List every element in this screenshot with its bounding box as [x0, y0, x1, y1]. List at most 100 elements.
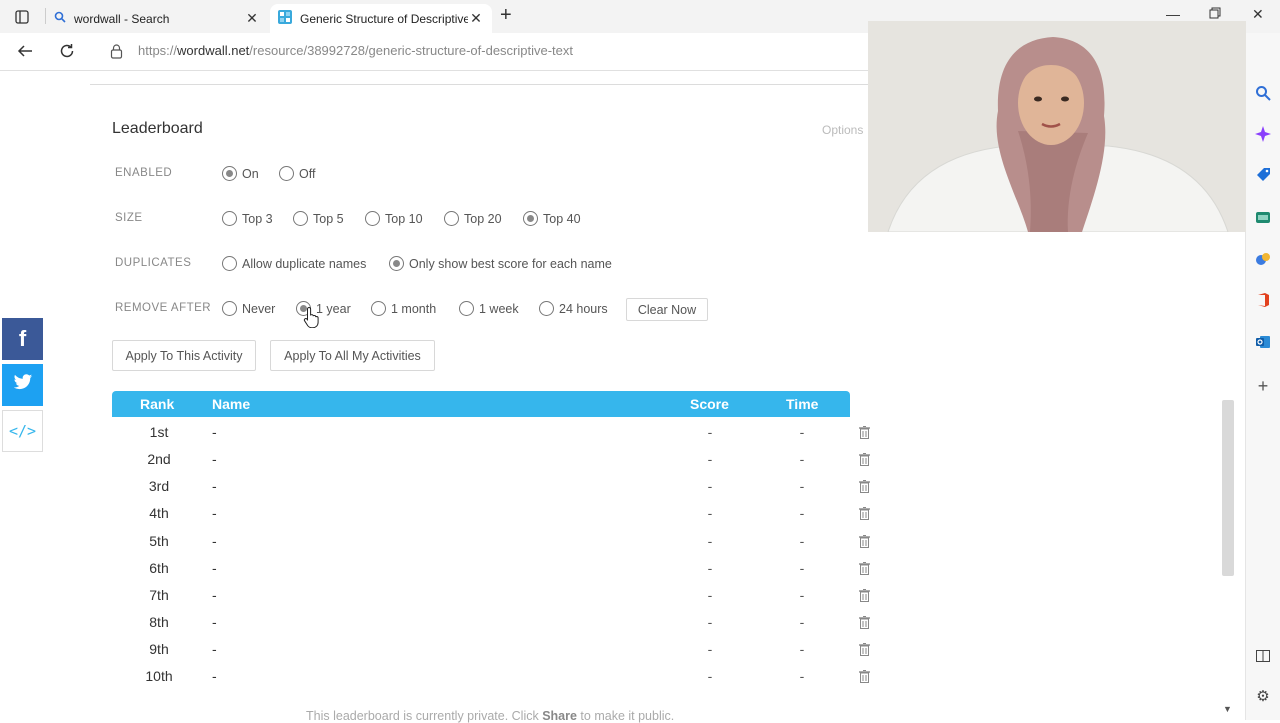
table-row: 1st - - - — [112, 419, 882, 446]
delete-entry-icon[interactable] — [859, 616, 870, 632]
radio-icon — [365, 211, 380, 226]
remove-1week-radio[interactable]: 1 week — [459, 301, 519, 316]
delete-entry-icon[interactable] — [859, 643, 870, 659]
radio-icon — [459, 301, 474, 316]
delete-entry-icon[interactable] — [859, 480, 870, 496]
apply-this-activity-button[interactable]: Apply To This Activity — [112, 340, 256, 371]
enabled-off-radio[interactable]: Off — [279, 166, 315, 181]
delete-entry-icon[interactable] — [859, 589, 870, 605]
share-link[interactable]: Share — [542, 709, 577, 723]
outlook-icon[interactable] — [1252, 331, 1274, 353]
search-icon — [54, 11, 66, 26]
radio-selected-icon — [523, 211, 538, 226]
url-prefix: https:// — [138, 43, 178, 58]
radio-icon — [222, 211, 237, 226]
refresh-icon[interactable] — [58, 42, 76, 65]
url-path: /resource/38992728/generic-structure-of-… — [249, 43, 574, 58]
tab-title: wordwall - Search — [74, 11, 170, 26]
table-row: 9th - - - — [112, 636, 882, 663]
settings-gear-icon[interactable]: ⚙ — [1252, 685, 1274, 707]
divider — [90, 84, 870, 85]
enabled-on-radio[interactable]: On — [222, 166, 259, 181]
facebook-icon: f — [18, 326, 27, 351]
radio-selected-icon — [222, 166, 237, 181]
name-header: Name — [212, 396, 251, 412]
tab-title: Generic Structure of Descriptive — [300, 11, 468, 26]
delete-entry-icon[interactable] — [859, 535, 870, 551]
size-top20-radio[interactable]: Top 20 — [444, 211, 502, 226]
restore-icon[interactable] — [1209, 6, 1221, 22]
privacy-note: This leaderboard is currently private. C… — [306, 709, 675, 723]
size-label: SIZE — [115, 212, 143, 224]
search-icon[interactable] — [1252, 82, 1274, 104]
radio-icon — [539, 301, 554, 316]
radio-icon — [293, 211, 308, 226]
close-window-icon[interactable]: ✕ — [1252, 6, 1264, 23]
scroll-down-icon[interactable]: ▼ — [1223, 704, 1232, 714]
radio-selected-icon — [389, 256, 404, 271]
table-row: 7th - - - — [112, 582, 882, 609]
radio-icon — [444, 211, 459, 226]
table-row: 6th - - - — [112, 555, 882, 582]
options-link[interactable]: Options — [822, 123, 863, 137]
delete-entry-icon[interactable] — [859, 426, 870, 442]
hand-cursor-icon — [303, 306, 321, 333]
wordwall-favicon-icon — [278, 10, 292, 27]
radio-icon — [222, 301, 237, 316]
remove-1month-radio[interactable]: 1 month — [371, 301, 436, 316]
embed-icon: </> — [8, 422, 37, 440]
games-icon[interactable] — [1252, 206, 1274, 228]
shopping-icon[interactable] — [1252, 164, 1274, 186]
delete-entry-icon[interactable] — [859, 453, 870, 469]
browser-sidebar: + ⚙ — [1245, 33, 1280, 720]
add-icon[interactable]: + — [1252, 375, 1274, 397]
webcam-overlay — [868, 21, 1246, 232]
tools-icon[interactable] — [1252, 248, 1274, 270]
remove-never-radio[interactable]: Never — [222, 301, 275, 316]
office-icon[interactable] — [1252, 289, 1274, 311]
leaderboard-title: Leaderboard — [112, 120, 203, 137]
url-field[interactable]: https://wordwall.net/resource/38992728/g… — [138, 43, 573, 58]
table-row: 5th - - - — [112, 528, 882, 555]
duplicates-label: DUPLICATES — [115, 257, 192, 269]
delete-entry-icon[interactable] — [859, 562, 870, 578]
enabled-label: ENABLED — [115, 167, 173, 179]
time-header: Time — [786, 396, 819, 412]
clear-now-button[interactable]: Clear Now — [626, 298, 708, 321]
split-screen-icon[interactable] — [1252, 645, 1274, 667]
table-row: 3rd - - - — [112, 473, 882, 500]
close-tab-icon[interactable]: ✕ — [244, 10, 260, 27]
score-header: Score — [690, 396, 729, 412]
size-top40-radio[interactable]: Top 40 — [523, 211, 581, 226]
delete-entry-icon[interactable] — [859, 670, 870, 686]
copilot-icon[interactable] — [1252, 123, 1274, 145]
new-tab-icon[interactable]: + — [500, 4, 512, 27]
radio-icon — [222, 256, 237, 271]
embed-button[interactable]: </> — [2, 410, 43, 452]
leaderboard-table-header: Rank Name Score Time — [112, 391, 850, 417]
tab-generic-structure[interactable]: Generic Structure of Descriptive ✕ — [270, 4, 492, 33]
remove-24hours-radio[interactable]: 24 hours — [539, 301, 608, 316]
back-icon[interactable] — [16, 42, 34, 65]
remove-after-label: REMOVE AFTER — [115, 302, 212, 314]
allow-duplicates-radio[interactable]: Allow duplicate names — [222, 256, 366, 271]
tab-wordwall-search[interactable]: wordwall - Search ✕ — [46, 4, 268, 33]
minimize-icon[interactable]: — — [1166, 6, 1180, 22]
table-row: 2nd - - - — [112, 446, 882, 473]
size-top3-radio[interactable]: Top 3 — [222, 211, 273, 226]
facebook-share-button[interactable]: f — [2, 318, 43, 360]
rank-header: Rank — [140, 396, 175, 412]
apply-all-activities-button[interactable]: Apply To All My Activities — [270, 340, 435, 371]
tab-actions-icon[interactable] — [8, 3, 36, 31]
url-host: wordwall.net — [177, 43, 250, 58]
table-row: 10th - - - — [112, 663, 882, 690]
close-tab-icon[interactable]: ✕ — [468, 10, 484, 27]
best-score-only-radio[interactable]: Only show best score for each name — [389, 256, 612, 271]
scrollbar-thumb[interactable] — [1222, 400, 1234, 576]
twitter-share-button[interactable] — [2, 364, 43, 406]
delete-entry-icon[interactable] — [859, 507, 870, 523]
size-top5-radio[interactable]: Top 5 — [293, 211, 344, 226]
size-top10-radio[interactable]: Top 10 — [365, 211, 423, 226]
twitter-icon — [13, 374, 33, 396]
lock-icon[interactable] — [110, 44, 123, 64]
